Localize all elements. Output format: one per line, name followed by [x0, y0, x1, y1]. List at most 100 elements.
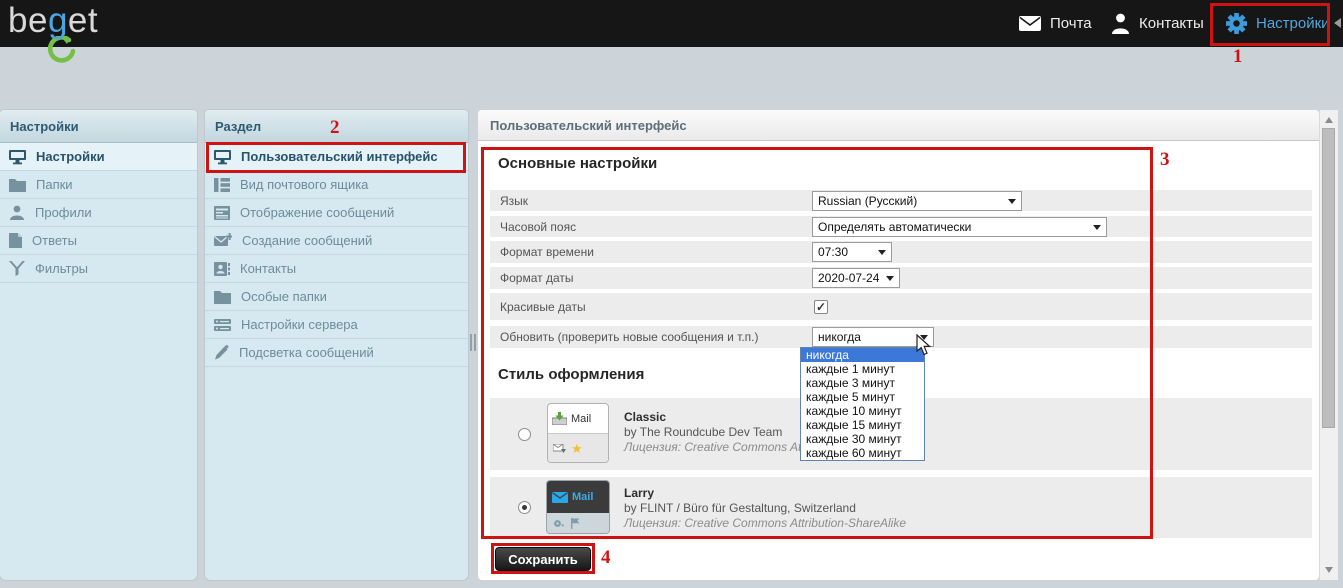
field-row-date-format: Формат даты 2020-07-24 — [490, 267, 1312, 289]
dropdown-option[interactable]: каждые 10 минут — [801, 404, 924, 418]
select-value: Russian (Русский) — [818, 194, 917, 208]
annotation-number-2: 2 — [330, 117, 340, 139]
dropdown-option[interactable]: никогда — [801, 348, 924, 362]
field-row-pretty-dates: Красивые даты ✓ — [490, 293, 1312, 320]
contacts-icon — [1111, 13, 1130, 34]
field-label: Обновить (проверить новые сообщения и т.… — [500, 330, 759, 344]
user-icon — [9, 205, 25, 220]
collapse-arrow-icon[interactable] — [1334, 18, 1341, 28]
field-label: Формат даты — [500, 271, 574, 285]
section-item-label: Отображение сообщений — [240, 205, 394, 220]
pencil-icon — [214, 345, 229, 360]
sidebar-item-label: Фильтры — [35, 261, 88, 276]
refresh-dropdown-list: никогда каждые 1 минут каждые 3 минут ка… — [800, 347, 925, 461]
dropdown-option[interactable]: каждые 30 минут — [801, 432, 924, 446]
nav-mail[interactable]: Почта — [1019, 0, 1092, 47]
dropdown-option[interactable]: каждые 3 минут — [801, 376, 924, 390]
section-item-contacts[interactable]: Контакты — [205, 255, 468, 283]
field-label: Язык — [500, 194, 528, 208]
check-icon: ✓ — [816, 300, 826, 314]
main-panel-title: Пользовательский интерфейс — [478, 110, 1319, 141]
sidebar-item-identities[interactable]: Профили — [0, 199, 197, 227]
scroll-up-icon[interactable] — [1325, 117, 1333, 123]
section-item-label: Подсветка сообщений — [239, 345, 374, 360]
mini-gear-icon — [553, 518, 564, 529]
folder-icon — [214, 290, 231, 304]
select-value: 2020-07-24 — [818, 271, 879, 285]
section-item-special-folders[interactable]: Особые папки — [205, 283, 468, 311]
section-item-highlight[interactable]: Подсветка сообщений — [205, 339, 468, 367]
mouse-cursor — [916, 334, 935, 356]
section-item-label: Настройки сервера — [241, 317, 358, 332]
message-display-icon — [214, 206, 230, 220]
monitor-icon — [9, 149, 26, 165]
select-value: 07:30 — [818, 245, 848, 259]
settings-sidebar: Настройки Настройки Папки Профили Ответы… — [0, 110, 197, 580]
skin-license: Лицензия: Creative Commons Att — [624, 440, 805, 454]
larry-thumbnail[interactable]: Mail — [547, 481, 609, 533]
thumb-mail-label: Mail — [572, 491, 593, 503]
annotation-number-3: 3 — [1160, 149, 1170, 171]
dropdown-option[interactable]: каждые 1 минут — [801, 362, 924, 376]
logo-text: be — [8, 1, 48, 40]
sidebar-item-folders[interactable]: Папки — [0, 171, 197, 199]
section-item-label: Создание сообщений — [242, 233, 372, 248]
monitor-icon — [214, 149, 231, 165]
sidebar-item-label: Профили — [35, 205, 92, 220]
section-item-ui[interactable]: Пользовательский интерфейс — [205, 143, 468, 171]
main-panel: Пользовательский интерфейс Основные наст… — [478, 110, 1319, 580]
field-row-time-format: Формат времени 07:30 — [490, 241, 1312, 263]
section-item-message-display[interactable]: Отображение сообщений — [205, 199, 468, 227]
select-value: Определять автоматически — [818, 220, 971, 234]
sidebar-item-settings[interactable]: Настройки — [0, 143, 197, 171]
pretty-dates-checkbox[interactable]: ✓ — [814, 300, 828, 314]
section-item-label: Контакты — [240, 261, 296, 276]
section-item-label: Вид почтового ящика — [240, 177, 368, 192]
field-row-language: Язык Russian (Русский) — [490, 190, 1312, 211]
annotation-number-1: 1 — [1233, 46, 1243, 68]
field-row-refresh: Обновить (проверить новые сообщения и т.… — [490, 326, 1312, 348]
timezone-select[interactable]: Определять автоматически — [812, 217, 1107, 237]
filter-icon — [9, 261, 25, 276]
time-format-select[interactable]: 07:30 — [812, 242, 892, 262]
skin-author: by The Roundcube Dev Team — [624, 425, 782, 439]
save-button[interactable]: Сохранить — [495, 547, 591, 571]
field-label: Формат времени — [500, 245, 594, 259]
scrollbar-thumb[interactable] — [1322, 128, 1335, 428]
skin-author: by FLINT / Büro für Gestaltung, Switzerl… — [624, 501, 856, 515]
nav-contacts[interactable]: Контакты — [1111, 0, 1204, 47]
nav-mail-label: Почта — [1050, 15, 1092, 32]
nav-settings[interactable]: Настройки — [1226, 0, 1330, 47]
beget-logo[interactable]: beget — [8, 1, 98, 41]
language-select[interactable]: Russian (Русский) — [812, 191, 1022, 211]
dropdown-option[interactable]: каждые 15 минут — [801, 418, 924, 432]
mini-envelope-icon — [552, 492, 568, 503]
date-format-select[interactable]: 2020-07-24 — [812, 268, 900, 288]
section-item-mailbox-view[interactable]: Вид почтового ящика — [205, 171, 468, 199]
mail-icon — [1019, 16, 1041, 31]
vertical-scrollbar[interactable] — [1319, 110, 1338, 580]
document-icon — [9, 233, 22, 248]
scroll-down-icon[interactable] — [1325, 567, 1333, 573]
dropdown-option[interactable]: каждые 60 минут — [801, 446, 924, 460]
sidebar-item-label: Папки — [36, 177, 73, 192]
panel-splitter[interactable] — [470, 334, 478, 351]
sidebar-item-filters[interactable]: Фильтры — [0, 255, 197, 283]
server-icon — [214, 318, 231, 332]
section-item-compose[interactable]: Создание сообщений — [205, 227, 468, 255]
select-value: никогда — [818, 330, 861, 344]
mini-flag-icon — [571, 518, 580, 529]
sidebar-title: Настройки — [0, 110, 197, 143]
section-item-server-settings[interactable]: Настройки сервера — [205, 311, 468, 339]
field-label: Красивые даты — [500, 300, 586, 314]
larry-radio[interactable] — [518, 501, 531, 514]
section-item-label: Особые папки — [241, 289, 327, 304]
sidebar-item-responses[interactable]: Ответы — [0, 227, 197, 255]
thumb-mail-label: Mail — [571, 413, 591, 425]
classic-radio[interactable] — [518, 428, 531, 441]
skin-heading: Стиль оформления — [498, 366, 644, 383]
dropdown-option[interactable]: каждые 5 минут — [801, 390, 924, 404]
classic-thumbnail[interactable]: Mail ★ — [547, 403, 609, 463]
skin-name: Larry — [624, 486, 654, 500]
compose-icon — [214, 233, 232, 248]
